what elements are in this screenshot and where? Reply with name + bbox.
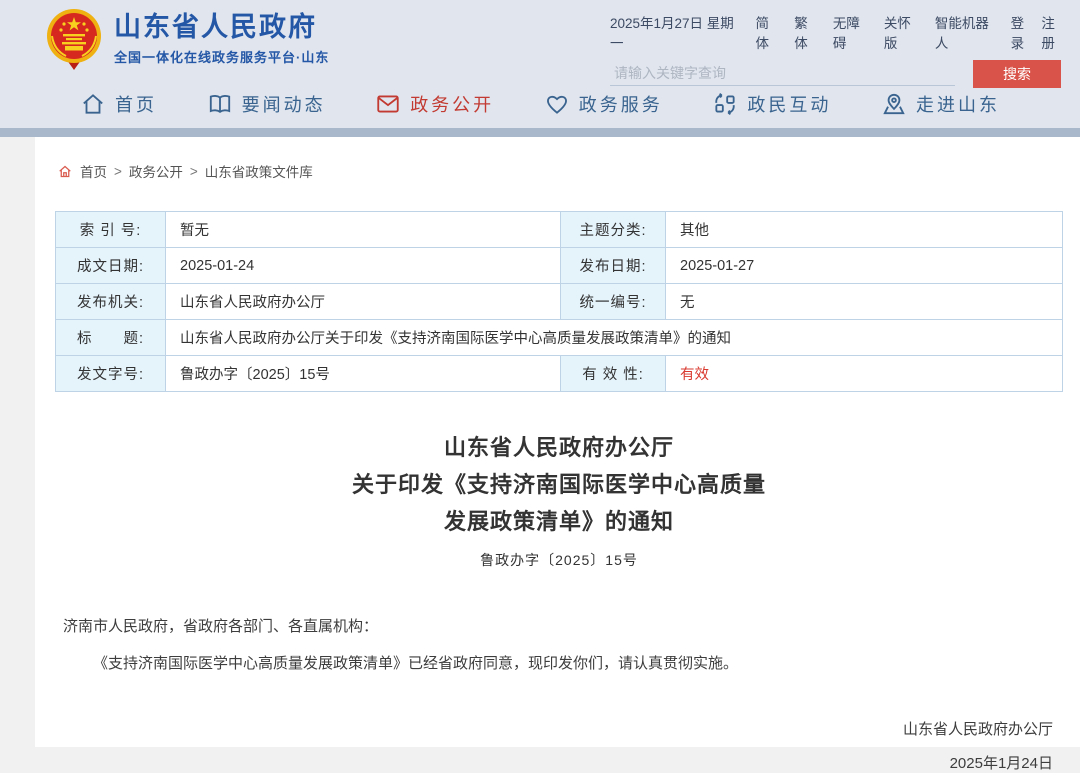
meta-label-unified-number: 统一编号: [561,284,666,320]
meta-value-validity: 有效 [666,356,1063,392]
home-icon [80,91,106,117]
meta-value-issuing-agency: 山东省人民政府办公厅 [166,284,561,320]
breadcrumb: 首页 > 政务公开 > 山东省政策文件库 [55,161,1063,181]
meta-label-publish-date: 发布日期: [561,248,666,284]
nav-bottom-strip [0,128,1080,137]
site-header: 山东省人民政府 全国一体化在线政务服务平台·山东 2025年1月27日 星期一 … [0,0,1080,80]
meta-value-unified-number: 无 [666,284,1063,320]
nav-label: 政民互动 [747,91,831,117]
breadcrumb-separator: > [190,164,198,179]
document-title-line: 山东省人民政府办公厅 [55,429,1063,466]
breadcrumb-gov-disclosure[interactable]: 政务公开 [129,161,183,181]
current-date: 2025年1月27日 星期一 [610,12,736,52]
link-accessibility[interactable]: 无障碍 [833,12,870,52]
document-salutation: 济南市人民政府，省政府各部门、各直属机构： [63,617,1055,637]
meta-label-title: 标 题: [56,320,166,356]
table-row: 索 引 号: 暂无 主题分类: 其他 [56,212,1063,248]
nav-label: 走进山东 [916,91,1000,117]
nav-label: 要闻动态 [242,91,326,117]
document-paragraph: 《支持济南国际医学中心高质量发展政策清单》已经省政府同意，现印发你们，请认真贯彻… [63,654,1055,674]
mail-icon [375,91,401,117]
meta-value-publish-date: 2025-01-27 [666,248,1063,284]
breadcrumb-policy-library[interactable]: 山东省政策文件库 [205,161,313,181]
meta-value-index-no: 暂无 [166,212,561,248]
table-row: 成文日期: 2025-01-24 发布日期: 2025-01-27 [56,248,1063,284]
meta-label-index-no: 索 引 号: [56,212,166,248]
document-signer: 山东省人民政府办公厅 [55,718,1053,739]
site-title: 山东省人民政府 [114,12,329,42]
meta-value-doc-number: 鲁政办字〔2025〕15号 [166,356,561,392]
nav-item-home[interactable]: 首页 [80,91,157,117]
document-title: 山东省人民政府办公厅 关于印发《支持济南国际医学中心高质量 发展政策清单》的通知 [55,429,1063,540]
link-smart-robot[interactable]: 智能机器人 [935,12,997,52]
main-nav: 首页 要闻动态 政务公开 政务服务 政民互动 [0,80,1080,128]
nav-item-interaction[interactable]: 政民互动 [712,91,831,117]
meta-value-topic-category: 其他 [666,212,1063,248]
meta-value-title: 山东省人民政府办公厅关于印发《支持济南国际医学中心高质量发展政策清单》的通知 [166,320,1063,356]
nav-item-gov-disclosure[interactable]: 政务公开 [375,91,494,117]
search-button[interactable]: 搜索 [973,60,1061,88]
breadcrumb-home[interactable]: 首页 [80,161,107,181]
nav-item-gov-services[interactable]: 政务服务 [544,91,663,117]
site-brand[interactable]: 山东省人民政府 全国一体化在线政务服务平台·山东 [42,6,329,72]
content-card: 首页 > 政务公开 > 山东省政策文件库 索 引 号: 暂无 主题分类: 其他 … [35,137,1080,747]
chat-arrows-icon [712,91,738,117]
book-icon [207,91,233,117]
table-row: 发文字号: 鲁政办字〔2025〕15号 有 效 性: 有效 [56,356,1063,392]
heart-icon [544,91,570,117]
breadcrumb-home-icon [57,164,73,179]
search-input[interactable] [610,60,955,86]
search-bar: 搜索 [610,60,1080,86]
link-care-version[interactable]: 关怀版 [884,12,921,52]
meta-label-issuing-agency: 发布机关: [56,284,166,320]
nav-label: 首页 [115,91,157,117]
site-subtitle: 全国一体化在线政务服务平台·山东 [114,47,329,66]
nav-label: 政务服务 [579,91,663,117]
nav-item-news[interactable]: 要闻动态 [207,91,326,117]
document-body: 济南市人民政府，省政府各部门、各直属机构： 《支持济南国际医学中心高质量发展政策… [55,617,1063,674]
document-title-line: 关于印发《支持济南国际医学中心高质量 [55,466,1063,503]
document-meta-table: 索 引 号: 暂无 主题分类: 其他 成文日期: 2025-01-24 发布日期… [55,211,1063,392]
map-pin-icon [881,91,907,117]
document-number: 鲁政办字〔2025〕15号 [55,550,1063,570]
link-register[interactable]: 注册 [1041,12,1066,52]
table-row: 标 题: 山东省人民政府办公厅关于印发《支持济南国际医学中心高质量发展政策清单》… [56,320,1063,356]
document-sign-date: 2025年1月24日 [55,752,1053,773]
table-row: 发布机关: 山东省人民政府办公厅 统一编号: 无 [56,284,1063,320]
national-emblem-icon [42,6,106,72]
topbar: 2025年1月27日 星期一 简体 繁体 无障碍 关怀版 智能机器人 登录 注册 [610,0,1080,52]
breadcrumb-separator: > [114,164,122,179]
document-title-line: 发展政策清单》的通知 [55,503,1063,540]
nav-label: 政务公开 [410,91,494,117]
meta-label-validity: 有 效 性: [561,356,666,392]
link-login[interactable]: 登录 [1011,12,1036,52]
meta-label-doc-number: 发文字号: [56,356,166,392]
link-traditional[interactable]: 繁体 [794,12,819,52]
nav-item-about-shandong[interactable]: 走进山东 [881,91,1000,117]
meta-label-topic-category: 主题分类: [561,212,666,248]
meta-value-written-date: 2025-01-24 [166,248,561,284]
meta-label-written-date: 成文日期: [56,248,166,284]
document-signature: 山东省人民政府办公厅 2025年1月24日 [55,718,1063,773]
link-simplified[interactable]: 简体 [756,12,781,52]
